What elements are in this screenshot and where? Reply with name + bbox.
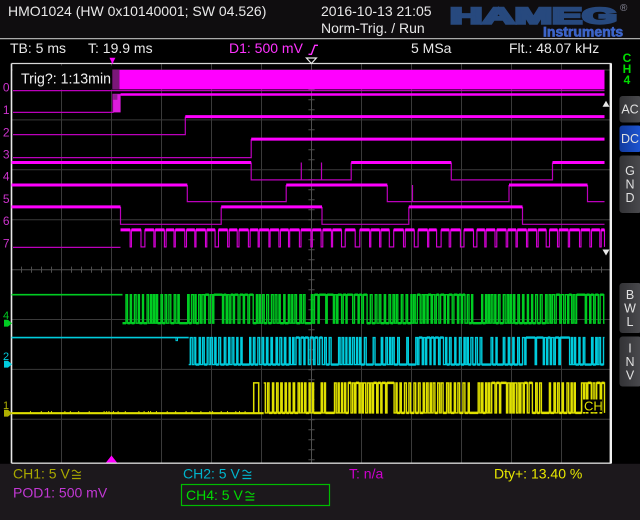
svg-text:Instruments: Instruments	[543, 24, 623, 40]
svg-text:2016-10-13 21:05: 2016-10-13 21:05	[321, 3, 432, 19]
svg-text:CH1: 5 V: CH1: 5 V	[13, 466, 70, 482]
svg-text:AC: AC	[621, 103, 638, 117]
svg-text:T: 19.9 ms: T: 19.9 ms	[88, 40, 153, 56]
svg-text:4: 4	[3, 170, 10, 184]
svg-text:Norm-Trig. / Run: Norm-Trig. / Run	[321, 20, 425, 36]
svg-text:7: 7	[3, 237, 10, 251]
svg-text:G: G	[625, 164, 635, 178]
svg-text:6: 6	[3, 214, 10, 228]
svg-text:L: L	[627, 315, 634, 329]
svg-text:B: B	[626, 288, 634, 302]
svg-text:V: V	[626, 369, 635, 383]
svg-text:N: N	[625, 355, 634, 369]
svg-text:®: ®	[620, 3, 628, 14]
svg-text:2: 2	[3, 125, 10, 139]
svg-text:Flt.: 48.07 kHz: Flt.: 48.07 kHz	[509, 40, 599, 56]
svg-text:0: 0	[3, 81, 10, 95]
svg-text:5: 5	[3, 192, 10, 206]
svg-text:HMO1024 (HW 0x10140001; SW 04.: HMO1024 (HW 0x10140001; SW 04.526)	[8, 3, 266, 19]
svg-text:D1: 500 mV: D1: 500 mV	[229, 40, 304, 56]
svg-text:N: N	[625, 178, 634, 192]
svg-text:I: I	[628, 341, 631, 355]
svg-text:3: 3	[3, 147, 10, 161]
svg-text:W: W	[624, 301, 636, 315]
svg-text:CH4: 5 V: CH4: 5 V	[186, 487, 243, 503]
svg-text:Dty+: 13.40 %: Dty+: 13.40 %	[494, 466, 582, 482]
svg-text:TB: 5 ms: TB: 5 ms	[10, 40, 66, 56]
svg-text:1: 1	[3, 103, 10, 117]
svg-text:D: D	[625, 191, 634, 205]
svg-text:CH: CH	[584, 399, 603, 414]
svg-text:DC: DC	[621, 132, 639, 146]
svg-text:Trig?: 1:13min: Trig?: 1:13min	[21, 71, 111, 88]
svg-text:T: n/a: T: n/a	[349, 466, 383, 482]
svg-text:CH2: 5 V: CH2: 5 V	[183, 466, 240, 482]
svg-text:4: 4	[624, 73, 631, 87]
svg-text:POD1: 500 mV: POD1: 500 mV	[13, 485, 108, 501]
svg-text:5 MSa: 5 MSa	[411, 40, 452, 56]
